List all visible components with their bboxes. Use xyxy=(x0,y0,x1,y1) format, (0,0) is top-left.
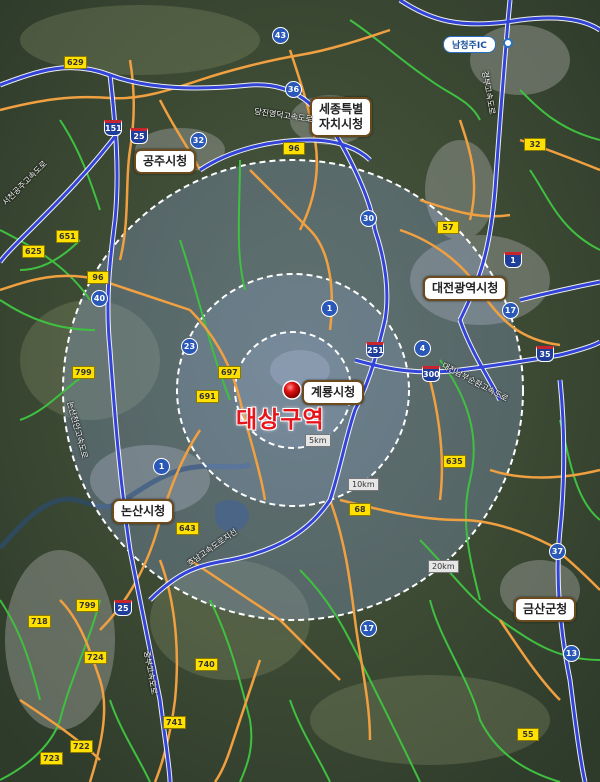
route-badge-724: 724 xyxy=(84,651,107,664)
expressway-shield-25: 25 xyxy=(130,128,148,144)
route-badge-37: 37 xyxy=(549,543,566,560)
route-badge-43: 43 xyxy=(272,27,289,44)
route-badge-723: 723 xyxy=(40,752,63,765)
expressway-shield-25b: 25 xyxy=(114,600,132,616)
route-badge-68: 68 xyxy=(349,503,371,516)
route-badge-32b: 32 xyxy=(190,132,207,149)
route-badge-40: 40 xyxy=(91,290,108,307)
route-badge-32: 32 xyxy=(524,138,546,151)
city-label-gyeryong[interactable]: 계룡시청 xyxy=(302,380,365,405)
route-badge-799: 799 xyxy=(72,366,95,379)
city-label-geumsan[interactable]: 금산군청 xyxy=(514,597,577,622)
route-badge-718: 718 xyxy=(28,615,51,628)
route-badge-740: 740 xyxy=(195,658,218,671)
expressway-shield-35: 35 xyxy=(536,346,554,362)
route-badge-625: 625 xyxy=(22,245,45,258)
route-badge-1: 1 xyxy=(321,300,338,317)
regional-map[interactable]: 대상구역 남청주IC 세종특별 자치시청 공주시청 대전광역시청 계룡시청 논산… xyxy=(0,0,600,782)
ring-label-5km: 5km xyxy=(305,434,331,447)
route-badge-629: 629 xyxy=(64,56,87,69)
route-badge-17b: 17 xyxy=(360,620,377,637)
interchange-label: 남청주IC xyxy=(443,36,496,53)
route-badge-13: 13 xyxy=(563,645,580,662)
city-label-gongju[interactable]: 공주시청 xyxy=(134,149,197,174)
route-badge-96: 96 xyxy=(283,142,305,155)
route-badge-23: 23 xyxy=(181,338,198,355)
route-badge-30: 30 xyxy=(360,210,377,227)
expressway-shield-1: 1 xyxy=(504,252,522,268)
route-badge-1b: 1 xyxy=(153,458,170,475)
ring-label-10km: 10km xyxy=(348,478,379,491)
route-badge-57: 57 xyxy=(437,221,459,234)
route-badge-799b: 799 xyxy=(76,599,99,612)
route-badge-697: 697 xyxy=(218,366,241,379)
route-badge-643: 643 xyxy=(176,522,199,535)
ring-label-20km: 20km xyxy=(428,560,459,573)
target-marker-icon[interactable] xyxy=(282,380,302,400)
route-badge-17: 17 xyxy=(502,302,519,319)
expressway-shield-151: 151 xyxy=(104,120,122,136)
route-badge-4: 4 xyxy=(414,340,431,357)
city-label-sejong[interactable]: 세종특별 자치시청 xyxy=(310,97,373,137)
city-label-daejeon[interactable]: 대전광역시청 xyxy=(423,276,508,301)
route-badge-651: 651 xyxy=(56,230,79,243)
route-badge-635: 635 xyxy=(443,455,466,468)
expressway-shield-300: 300 xyxy=(422,366,440,382)
target-area-label: 대상구역 xyxy=(236,407,325,433)
route-badge-96b: 96 xyxy=(87,271,109,284)
city-label-nonsan[interactable]: 논산시청 xyxy=(112,499,175,524)
route-badge-691: 691 xyxy=(196,390,219,403)
route-badge-36: 36 xyxy=(285,81,302,98)
route-badge-55: 55 xyxy=(517,728,539,741)
interchange-marker-icon xyxy=(503,38,513,48)
expressway-shield-251: 251 xyxy=(366,342,384,358)
route-badge-722: 722 xyxy=(70,740,93,753)
route-badge-741: 741 xyxy=(163,716,186,729)
